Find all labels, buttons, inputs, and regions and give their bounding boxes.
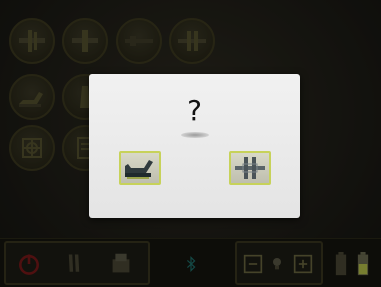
dialog-question: ? xyxy=(187,94,202,127)
clamp-tool-button[interactable] xyxy=(229,151,271,185)
chair-recline-button[interactable] xyxy=(119,151,161,185)
clamp-tool-icon xyxy=(235,157,265,179)
dialog-question-shadow xyxy=(181,132,209,138)
chair-recline-icon xyxy=(125,160,153,179)
confirm-dialog: ? xyxy=(89,74,300,218)
